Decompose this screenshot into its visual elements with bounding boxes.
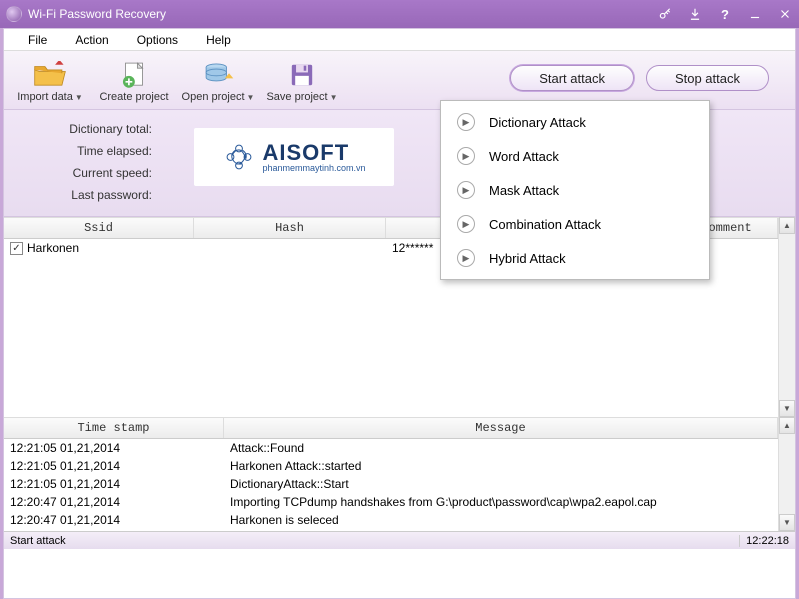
log-row[interactable]: 12:21:05 01,21,2014Attack::Found — [4, 439, 778, 457]
log-message: Attack::Found — [224, 441, 778, 455]
dict-total-label: Dictionary total: — [52, 122, 152, 136]
dropdown-item-hybrid[interactable]: ▶Hybrid Attack — [441, 241, 709, 275]
save-project-button[interactable]: Save project▼ — [260, 57, 344, 107]
menubar: File Action Options Help — [4, 29, 795, 51]
database-open-icon — [200, 61, 236, 89]
help-icon[interactable]: ? — [717, 6, 733, 22]
scroll-up-icon[interactable]: ▲ — [779, 417, 795, 434]
log-timestamp: 12:20:47 01,21,2014 — [4, 495, 224, 509]
stop-attack-button[interactable]: Stop attack — [646, 65, 769, 91]
log-table-body: 12:21:05 01,21,2014Attack::Found12:21:05… — [4, 439, 778, 531]
log-timestamp: 12:21:05 01,21,2014 — [4, 477, 224, 491]
menu-options[interactable]: Options — [123, 31, 192, 49]
col-message[interactable]: Message — [224, 418, 778, 438]
col-ssid[interactable]: Ssid — [4, 218, 194, 238]
folder-import-icon — [32, 61, 68, 89]
statusbar: Start attack 12:22:18 — [4, 531, 795, 549]
log-table-header: Time stamp Message — [4, 417, 778, 439]
create-label: Create project — [99, 91, 168, 103]
minimize-button[interactable] — [747, 6, 763, 22]
play-icon: ▶ — [457, 249, 475, 267]
download-icon[interactable] — [687, 6, 703, 22]
scroll-down-icon[interactable]: ▼ — [779, 514, 795, 531]
start-attack-button[interactable]: Start attack — [510, 65, 634, 91]
save-icon — [284, 61, 320, 89]
log-timestamp: 12:21:05 01,21,2014 — [4, 459, 224, 473]
col-timestamp[interactable]: Time stamp — [4, 418, 224, 438]
col-hash[interactable]: Hash — [194, 218, 386, 238]
chevron-down-icon: ▼ — [247, 93, 255, 102]
log-message: Harkonen is seleced — [224, 513, 778, 527]
import-data-button[interactable]: Import data▼ — [8, 57, 92, 107]
play-icon: ▶ — [457, 113, 475, 131]
ssid-value: Harkonen — [27, 241, 79, 255]
window-title: Wi-Fi Password Recovery — [28, 7, 657, 21]
open-label: Open project — [182, 91, 245, 103]
menu-help[interactable]: Help — [192, 31, 245, 49]
log-timestamp: 12:20:47 01,21,2014 — [4, 513, 224, 527]
play-icon: ▶ — [457, 181, 475, 199]
log-row[interactable]: 12:20:47 01,21,2014Harkonen is seleced — [4, 511, 778, 529]
logo-text: AISOFT — [262, 142, 365, 164]
create-project-button[interactable]: Create project — [92, 57, 176, 107]
action-buttons: Start attack Stop attack — [510, 57, 791, 91]
row-checkbox[interactable]: ✓ — [10, 242, 23, 255]
status-clock: 12:22:18 — [739, 535, 789, 547]
log-timestamp: 12:21:05 01,21,2014 — [4, 441, 224, 455]
attack-type-dropdown: ▶Dictionary Attack ▶Word Attack ▶Mask At… — [440, 100, 710, 280]
logo-icon — [222, 140, 256, 174]
log-table: Time stamp Message 12:21:05 01,21,2014At… — [4, 417, 795, 531]
import-label: Import data — [17, 91, 73, 103]
app-icon — [6, 6, 22, 22]
log-row[interactable]: 12:21:05 01,21,2014DictionaryAttack::Sta… — [4, 475, 778, 493]
log-message: Importing TCPdump handshakes from G:\pro… — [224, 495, 778, 509]
file-new-icon — [116, 61, 152, 89]
main-scrollbar[interactable]: ▲ ▼ — [778, 217, 795, 417]
log-row[interactable]: 12:20:47 01,21,2014Importing TCPdump han… — [4, 493, 778, 511]
open-project-button[interactable]: Open project▼ — [176, 57, 260, 107]
menu-file[interactable]: File — [14, 31, 61, 49]
last-password-label: Last password: — [52, 188, 152, 202]
vendor-logo: AISOFT phanmemmaytinh.com.vn — [194, 128, 394, 186]
chevron-down-icon: ▼ — [330, 93, 338, 102]
menu-action[interactable]: Action — [61, 31, 122, 49]
play-icon: ▶ — [457, 215, 475, 233]
close-button[interactable] — [777, 6, 793, 22]
dropdown-item-combination[interactable]: ▶Combination Attack — [441, 207, 709, 241]
log-row[interactable]: 12:21:05 01,21,2014Harkonen Attack::star… — [4, 457, 778, 475]
log-scrollbar[interactable]: ▲ ▼ — [778, 417, 795, 531]
app-window: Wi-Fi Password Recovery ? File Action Op… — [0, 0, 799, 599]
current-speed-label: Current speed: — [52, 166, 152, 180]
status-text: Start attack — [10, 535, 739, 547]
save-label: Save project — [266, 91, 327, 103]
scroll-up-icon[interactable]: ▲ — [779, 217, 795, 234]
key-icon[interactable] — [657, 6, 673, 22]
time-elapsed-label: Time elapsed: — [52, 144, 152, 158]
chevron-down-icon: ▼ — [75, 93, 83, 102]
dropdown-item-dictionary[interactable]: ▶Dictionary Attack — [441, 105, 709, 139]
window-controls: ? — [657, 6, 793, 22]
dropdown-item-mask[interactable]: ▶Mask Attack — [441, 173, 709, 207]
titlebar: Wi-Fi Password Recovery ? — [0, 0, 799, 28]
scroll-down-icon[interactable]: ▼ — [779, 400, 795, 417]
log-message: DictionaryAttack::Start — [224, 477, 778, 491]
play-icon: ▶ — [457, 147, 475, 165]
dropdown-item-word[interactable]: ▶Word Attack — [441, 139, 709, 173]
logo-subtext: phanmemmaytinh.com.vn — [262, 164, 365, 173]
log-message: Harkonen Attack::started — [224, 459, 778, 473]
